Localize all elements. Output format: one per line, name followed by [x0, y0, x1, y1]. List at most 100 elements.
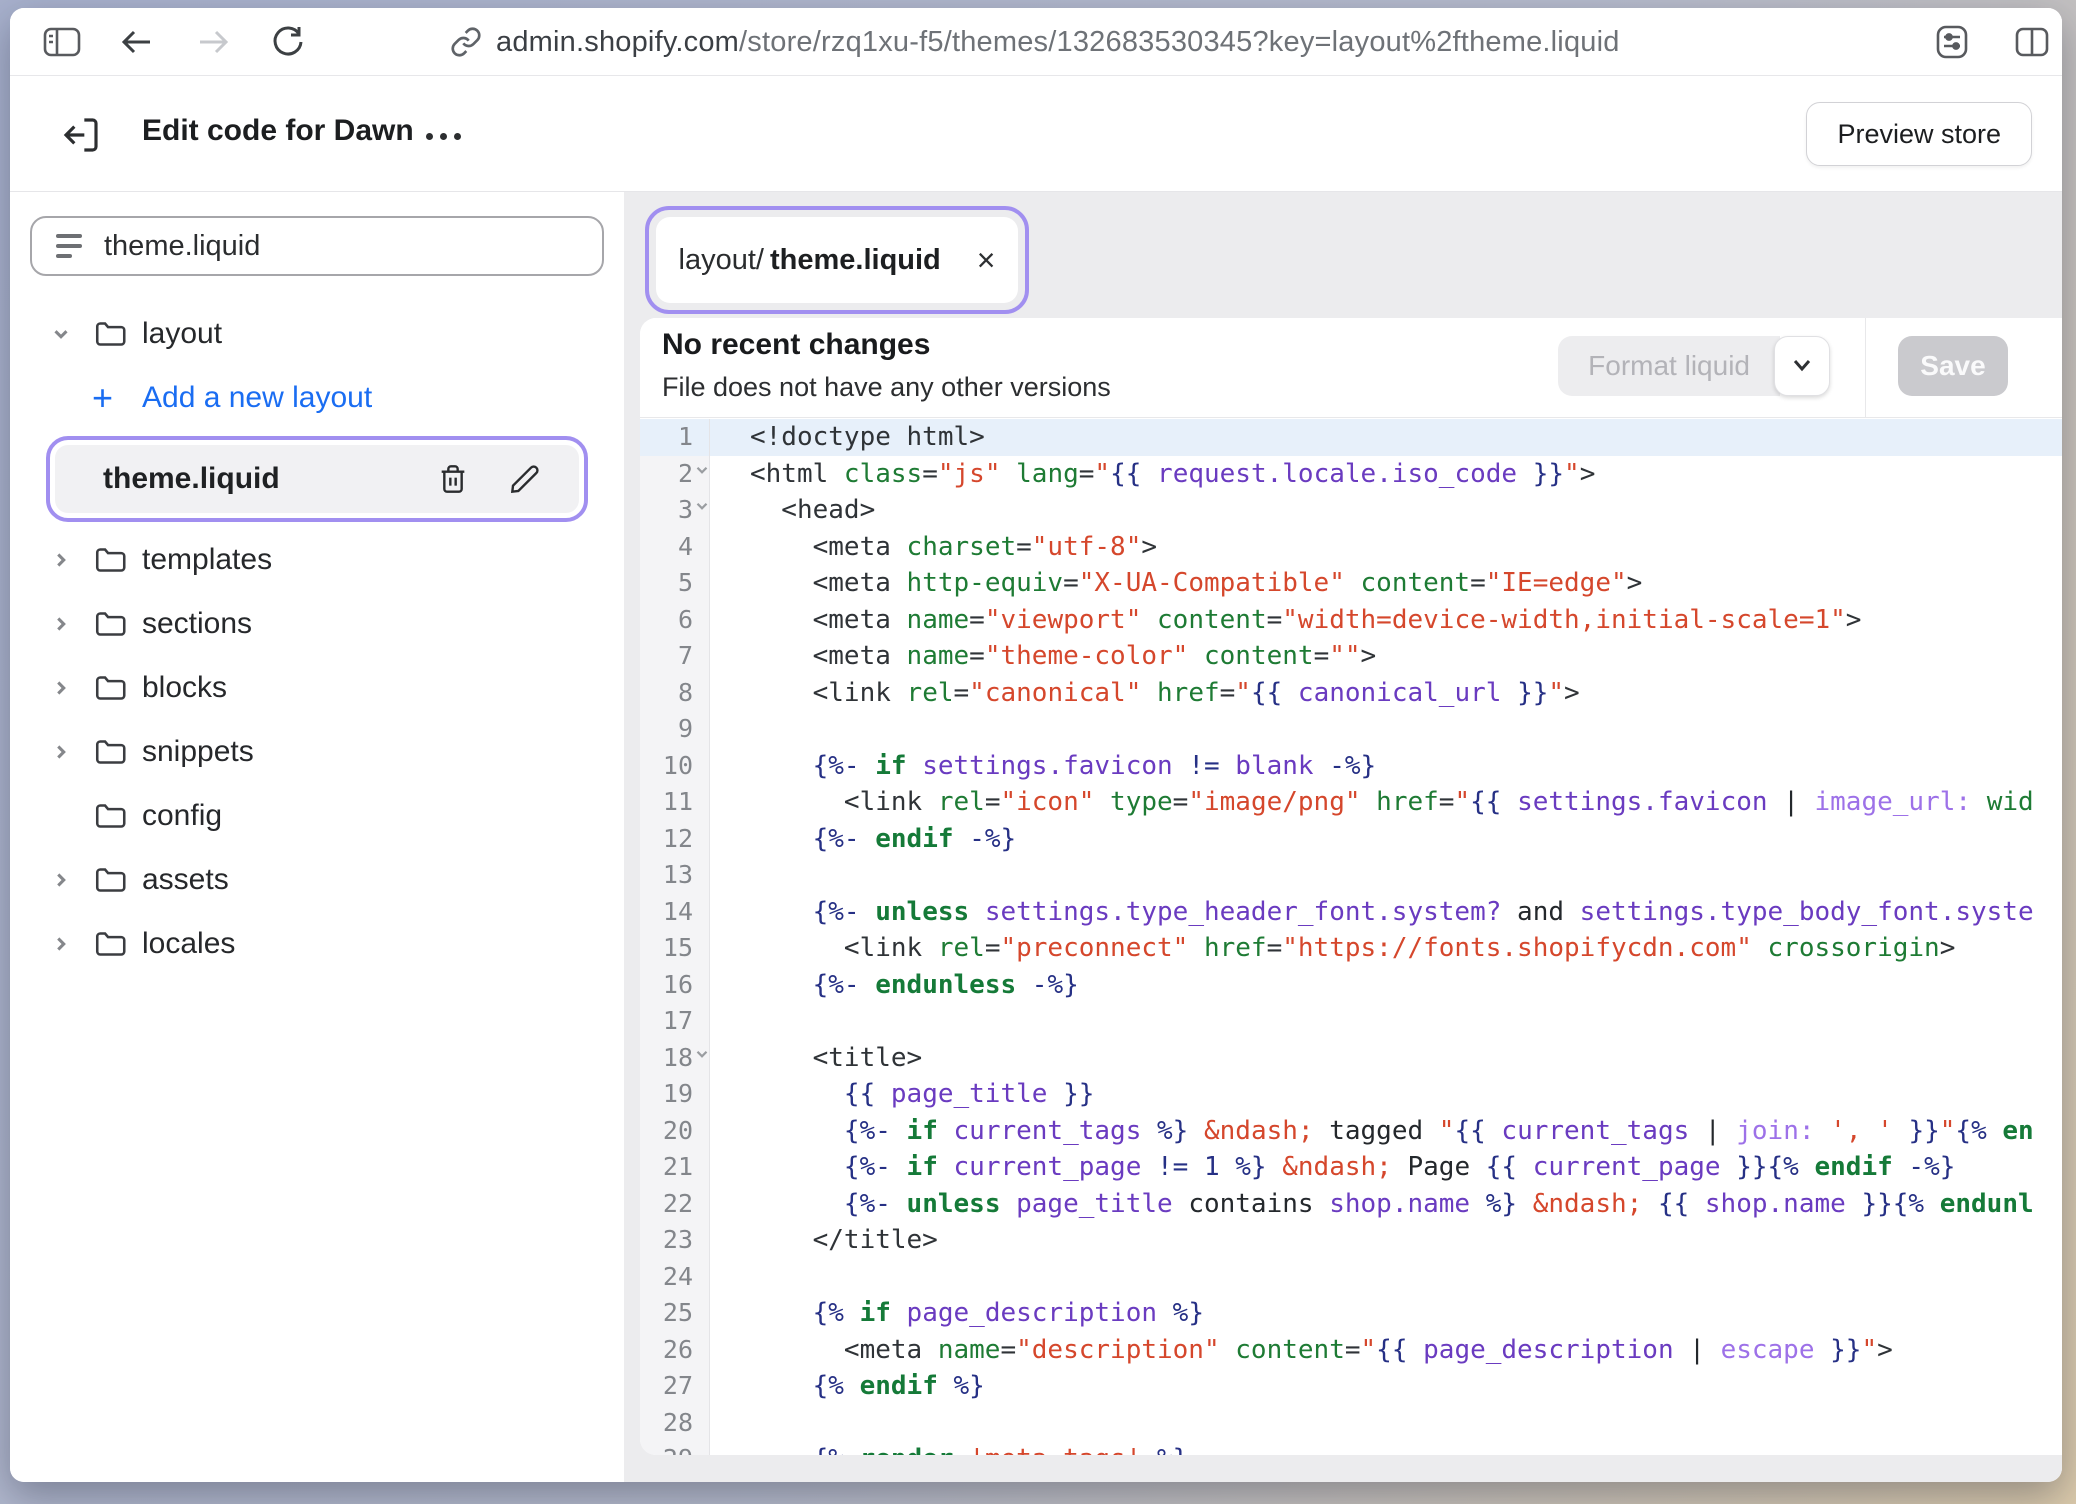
code-line[interactable]: <html class="js" lang="{{ request.locale… [750, 456, 2062, 493]
format-dropdown-button[interactable] [1774, 336, 1830, 396]
sidebar-folder-assets[interactable]: assets [10, 848, 624, 912]
browser-toolbar: admin.shopify.com/store/rzq1xu-f5/themes… [10, 8, 2062, 76]
code-line[interactable]: {% endif %} [750, 1368, 2062, 1405]
split-view-icon[interactable] [2010, 20, 2054, 64]
gutter-line-number[interactable]: 3 [640, 492, 709, 529]
back-icon[interactable] [114, 20, 158, 64]
gutter: 1234567891011121314151617181920212223242… [640, 419, 710, 1455]
status-subtitle: File does not have any other versions [662, 372, 1111, 403]
close-tab-icon[interactable]: × [977, 244, 996, 276]
gutter-line-number[interactable]: 18 [640, 1040, 709, 1077]
sidebar-folder-snippets[interactable]: snippets [10, 720, 624, 784]
code-line[interactable]: <head> [750, 492, 2062, 529]
rename-file-button[interactable] [499, 463, 551, 495]
code-line[interactable]: {{ page_title }} [750, 1076, 2062, 1113]
folder-icon [92, 606, 128, 642]
format-liquid-button[interactable]: Format liquid [1558, 336, 1780, 396]
preview-store-button[interactable]: Preview store [1806, 102, 2032, 166]
gutter-line-number: 8 [640, 675, 709, 712]
url-bar[interactable]: admin.shopify.com/store/rzq1xu-f5/themes… [450, 8, 1620, 76]
gutter-line-number: 1 [640, 419, 709, 456]
code-line[interactable]: <meta http-equiv="X-UA-Compatible" conte… [750, 565, 2062, 602]
sidebar-file-theme.liquid[interactable]: theme.liquid [55, 445, 579, 513]
code-line[interactable]: </title> [750, 1222, 2062, 1259]
sidebar-folder-layout[interactable]: layout [10, 302, 624, 366]
code-line[interactable]: {% render 'meta-tags' %} [750, 1441, 2062, 1455]
add-layout-button[interactable]: +Add a new layout [10, 366, 624, 430]
more-actions-icon[interactable] [418, 116, 469, 156]
sidebar-folder-locales[interactable]: locales [10, 912, 624, 976]
gutter-line-number: 29 [640, 1441, 709, 1455]
code-lines[interactable]: <!doctype html><html class="js" lang="{{… [710, 419, 2062, 1455]
chevron-down-icon[interactable] [50, 323, 72, 345]
sidebar-folder-templates[interactable]: templates [10, 528, 624, 592]
editor-area: layout/theme.liquid × No recent changes … [624, 192, 2062, 1482]
code-line[interactable]: <link rel="canonical" href="{{ canonical… [750, 675, 2062, 712]
chevron-right-icon[interactable] [50, 933, 72, 955]
code-line[interactable]: {%- unless settings.type_header_font.sys… [750, 894, 2062, 931]
code-line[interactable]: {%- endif -%} [750, 821, 2062, 858]
code-line[interactable]: {%- if current_tags %} &ndash; tagged "{… [750, 1113, 2062, 1150]
gutter-line-number: 16 [640, 967, 709, 1004]
exit-editor-icon[interactable] [56, 110, 106, 160]
code-line[interactable]: <meta name="viewport" content="width=dev… [750, 602, 2062, 639]
folder-label: snippets [142, 735, 254, 769]
code-line[interactable]: {%- if current_page != 1 %} &ndash; Page… [750, 1149, 2062, 1186]
file-search-input[interactable]: theme.liquid [30, 216, 604, 276]
fold-chevron-icon[interactable] [693, 497, 711, 515]
save-button[interactable]: Save [1898, 336, 2008, 396]
sidebar-toggle-icon[interactable] [40, 20, 84, 64]
sidebar-folder-blocks[interactable]: blocks [10, 656, 624, 720]
chevron-right-icon[interactable] [50, 741, 72, 763]
fold-chevron-icon[interactable] [693, 461, 711, 479]
gutter-line-number: 15 [640, 930, 709, 967]
code-line[interactable] [750, 1003, 2062, 1040]
code-line[interactable]: <link rel="preconnect" href="https://fon… [750, 930, 2062, 967]
tab-highlight-ring: layout/theme.liquid × [645, 206, 1029, 314]
chevron-right-icon[interactable] [50, 613, 72, 635]
action-label: Add a new layout [142, 381, 372, 415]
code-line[interactable]: {%- if settings.favicon != blank -%} [750, 748, 2062, 785]
code-line[interactable]: <meta charset="utf-8"> [750, 529, 2062, 566]
link-icon [450, 26, 482, 58]
file-sidebar: theme.liquid layout+Add a new layout them… [10, 192, 624, 1482]
gutter-line-number: 28 [640, 1405, 709, 1442]
folder-icon [92, 798, 128, 834]
forward-icon[interactable] [192, 20, 236, 64]
selected-file-ring: theme.liquid [46, 436, 588, 522]
chevron-right-icon[interactable] [50, 677, 72, 699]
chevron-right-icon[interactable] [50, 549, 72, 571]
code-line[interactable]: <meta name="description" content="{{ pag… [750, 1332, 2062, 1369]
page-settings-icon[interactable] [1930, 20, 1974, 64]
fold-chevron-icon[interactable] [693, 1045, 711, 1063]
sidebar-folder-config[interactable]: config [10, 784, 624, 848]
folder-icon [92, 926, 128, 962]
code-line[interactable] [750, 711, 2062, 748]
gutter-line-number[interactable]: 2 [640, 456, 709, 493]
sidebar-folder-sections[interactable]: sections [10, 592, 624, 656]
gutter-line-number: 6 [640, 602, 709, 639]
reload-icon[interactable] [266, 20, 310, 64]
folder-label: assets [142, 863, 229, 897]
code-line[interactable]: <title> [750, 1040, 2062, 1077]
code-line[interactable]: <!doctype html> [710, 419, 2062, 456]
code-line[interactable]: <link rel="icon" type="image/png" href="… [750, 784, 2062, 821]
code-line[interactable] [750, 1259, 2062, 1296]
delete-file-button[interactable] [427, 463, 479, 495]
code-line[interactable]: {%- endunless -%} [750, 967, 2062, 1004]
code-line[interactable]: {%- unless page_title contains shop.name… [750, 1186, 2062, 1223]
tab-theme-liquid[interactable]: layout/theme.liquid × [656, 217, 1018, 303]
code-line[interactable]: <meta name="theme-color" content=""> [750, 638, 2062, 675]
folder-icon [92, 734, 128, 770]
folder-icon [92, 542, 128, 578]
code-line[interactable] [750, 857, 2062, 894]
code-line[interactable]: {% if page_description %} [750, 1295, 2062, 1332]
gutter-line-number: 13 [640, 857, 709, 894]
chevron-right-icon[interactable] [50, 869, 72, 891]
search-value: theme.liquid [104, 230, 260, 263]
code-line[interactable] [750, 1405, 2062, 1442]
delete-icon [437, 463, 469, 495]
url-domain: admin.shopify.com [496, 26, 739, 58]
gutter-line-number: 4 [640, 529, 709, 566]
gutter-line-number: 12 [640, 821, 709, 858]
